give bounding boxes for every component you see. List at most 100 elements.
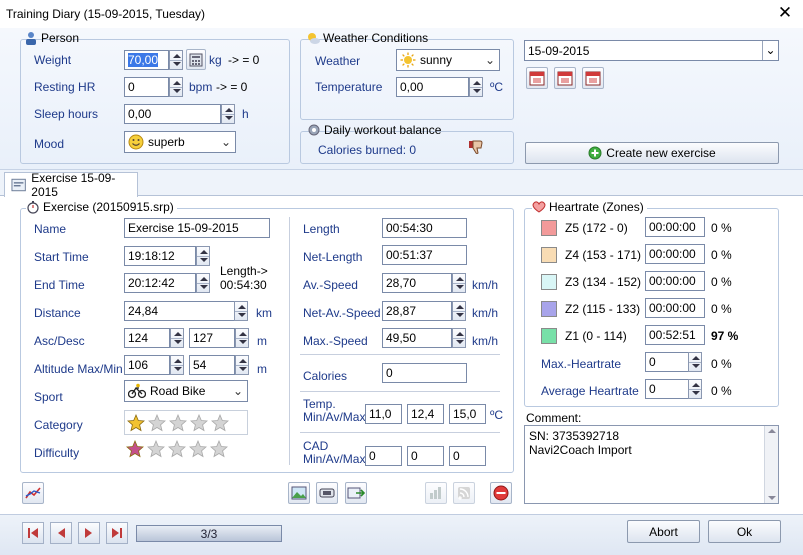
prev-record-button[interactable] xyxy=(50,522,72,544)
max-speed-input[interactable]: 49,50 xyxy=(382,328,452,348)
start-time-spinner[interactable] xyxy=(196,246,210,266)
temp-min-input[interactable]: 11,0 xyxy=(365,404,402,424)
feed-button[interactable] xyxy=(453,482,475,504)
zone-pct: 0 % xyxy=(711,221,732,235)
mood-select[interactable]: superb ⌄ xyxy=(124,131,236,153)
distance-input[interactable]: 24,84 xyxy=(124,301,248,321)
close-icon[interactable]: ✕ xyxy=(776,3,794,23)
star-empty-icon[interactable] xyxy=(169,414,187,432)
weight-input[interactable]: 70,00 xyxy=(124,50,169,70)
calendar-prev-button[interactable] xyxy=(526,67,548,89)
create-exercise-button[interactable]: Create new exercise xyxy=(525,142,779,164)
category-rating[interactable] xyxy=(124,410,248,435)
tab-label: Exercise 15-09-2015 xyxy=(31,171,116,199)
resting-hr-input[interactable]: 0 xyxy=(124,77,169,97)
middle-divider xyxy=(300,391,500,392)
av-speed-spinner[interactable] xyxy=(452,273,466,293)
comment-textarea[interactable]: SN: 3735392718 Navi2Coach Import xyxy=(524,425,779,504)
weight-value: 70,00 xyxy=(128,53,159,67)
star-filled-icon[interactable] xyxy=(126,440,144,458)
net-av-speed-spinner[interactable] xyxy=(452,301,466,321)
net-length-input[interactable]: 00:51:37 xyxy=(382,245,467,265)
star-empty-icon[interactable] xyxy=(211,414,229,432)
star-empty-icon[interactable] xyxy=(210,440,228,458)
distance-spinner[interactable] xyxy=(234,301,248,321)
last-record-button[interactable] xyxy=(106,522,128,544)
weight-spinner[interactable] xyxy=(169,50,183,70)
altitude-unit: m xyxy=(257,362,267,376)
difficulty-label: Difficulty xyxy=(34,446,80,460)
start-time-input[interactable]: 19:18:12 xyxy=(124,246,196,266)
delete-button[interactable] xyxy=(490,482,512,504)
temp-av-input[interactable]: 12,4 xyxy=(407,404,444,424)
end-time-spinner[interactable] xyxy=(196,273,210,293)
average-heartrate-input[interactable]: 0 xyxy=(645,379,690,399)
end-time-label: End Time xyxy=(34,278,85,292)
max-speed-spinner[interactable] xyxy=(452,328,466,348)
temp-max-input[interactable]: 15,0 xyxy=(449,404,486,424)
tab-exercise[interactable]: Exercise 15-09-2015 xyxy=(4,171,138,199)
net-av-speed-input[interactable]: 28,87 xyxy=(382,301,452,321)
temperature-spinner[interactable] xyxy=(469,77,483,97)
calendar-next-button[interactable] xyxy=(582,67,604,89)
zone-time-input[interactable]: 00:00:00 xyxy=(645,217,705,237)
max-heartrate-input[interactable]: 0 xyxy=(645,352,690,372)
next-record-button[interactable] xyxy=(78,522,100,544)
resting-hr-spinner[interactable] xyxy=(169,77,183,97)
sleep-label: Sleep hours xyxy=(34,107,99,121)
ascent-input[interactable]: 124 xyxy=(124,328,170,348)
length-input[interactable]: 00:54:30 xyxy=(382,218,467,238)
star-filled-icon[interactable] xyxy=(127,414,145,432)
altitude-max-input[interactable]: 106 xyxy=(124,355,170,375)
cad-min-input[interactable]: 0 xyxy=(365,446,402,466)
gear-icon xyxy=(308,124,320,136)
zone-time-input[interactable]: 00:00:00 xyxy=(645,244,705,264)
altitude-max-spinner[interactable] xyxy=(170,355,184,375)
zone-swatch xyxy=(541,274,557,290)
sleep-spinner[interactable] xyxy=(221,104,235,124)
first-record-button[interactable] xyxy=(22,522,44,544)
temp-unit: ºC xyxy=(490,408,504,422)
smiley-icon xyxy=(128,134,144,150)
descent-input[interactable]: 127 xyxy=(189,328,235,348)
chart-button[interactable] xyxy=(425,482,447,504)
av-speed-input[interactable]: 28,70 xyxy=(382,273,452,293)
calculator-button[interactable] xyxy=(186,49,206,70)
cad-av-input[interactable]: 0 xyxy=(407,446,444,466)
star-empty-icon[interactable] xyxy=(147,440,165,458)
zone-time-input[interactable]: 00:52:51 xyxy=(645,325,705,345)
average-heartrate-spinner[interactable] xyxy=(688,379,702,399)
comment-scrollbar[interactable] xyxy=(764,426,778,503)
star-empty-icon[interactable] xyxy=(148,414,166,432)
calories-input[interactable]: 0 xyxy=(382,363,467,383)
ascent-spinner[interactable] xyxy=(170,328,184,348)
zone-time-input[interactable]: 00:00:00 xyxy=(645,298,705,318)
name-input[interactable]: Exercise 15-09-2015 xyxy=(124,218,270,238)
star-empty-icon[interactable] xyxy=(189,440,207,458)
net-av-speed-unit: km/h xyxy=(472,306,499,320)
ok-button[interactable]: Ok xyxy=(708,520,781,543)
temperature-input[interactable]: 0,00 xyxy=(396,77,469,97)
max-heartrate-spinner[interactable] xyxy=(688,352,702,372)
star-empty-icon[interactable] xyxy=(168,440,186,458)
device-button[interactable] xyxy=(316,482,338,504)
star-empty-icon[interactable] xyxy=(190,414,208,432)
abort-button[interactable]: Abort xyxy=(627,520,700,543)
title-bar: Training Diary (15-09-2015, Tuesday) ✕ xyxy=(0,0,803,28)
sleep-input[interactable]: 0,00 xyxy=(124,104,221,124)
end-time-input[interactable]: 20:12:42 xyxy=(124,273,196,293)
altitude-min-input[interactable]: 54 xyxy=(189,355,235,375)
cad-max-input[interactable]: 0 xyxy=(449,446,486,466)
export-button[interactable] xyxy=(345,482,367,504)
image-button[interactable] xyxy=(288,482,310,504)
graph-button[interactable] xyxy=(22,482,44,504)
difficulty-rating[interactable] xyxy=(124,437,248,462)
sport-select[interactable]: Road Bike ⌄ xyxy=(124,380,248,402)
calendar-today-button[interactable] xyxy=(554,67,576,89)
descent-spinner[interactable] xyxy=(235,328,249,348)
person-group-title: Person xyxy=(24,31,79,45)
altitude-min-spinner[interactable] xyxy=(235,355,249,375)
date-picker[interactable]: 15-09-2015 ⌄ xyxy=(524,40,779,61)
zone-time-input[interactable]: 00:00:00 xyxy=(645,271,705,291)
weather-select[interactable]: sunny ⌄ xyxy=(396,49,500,71)
